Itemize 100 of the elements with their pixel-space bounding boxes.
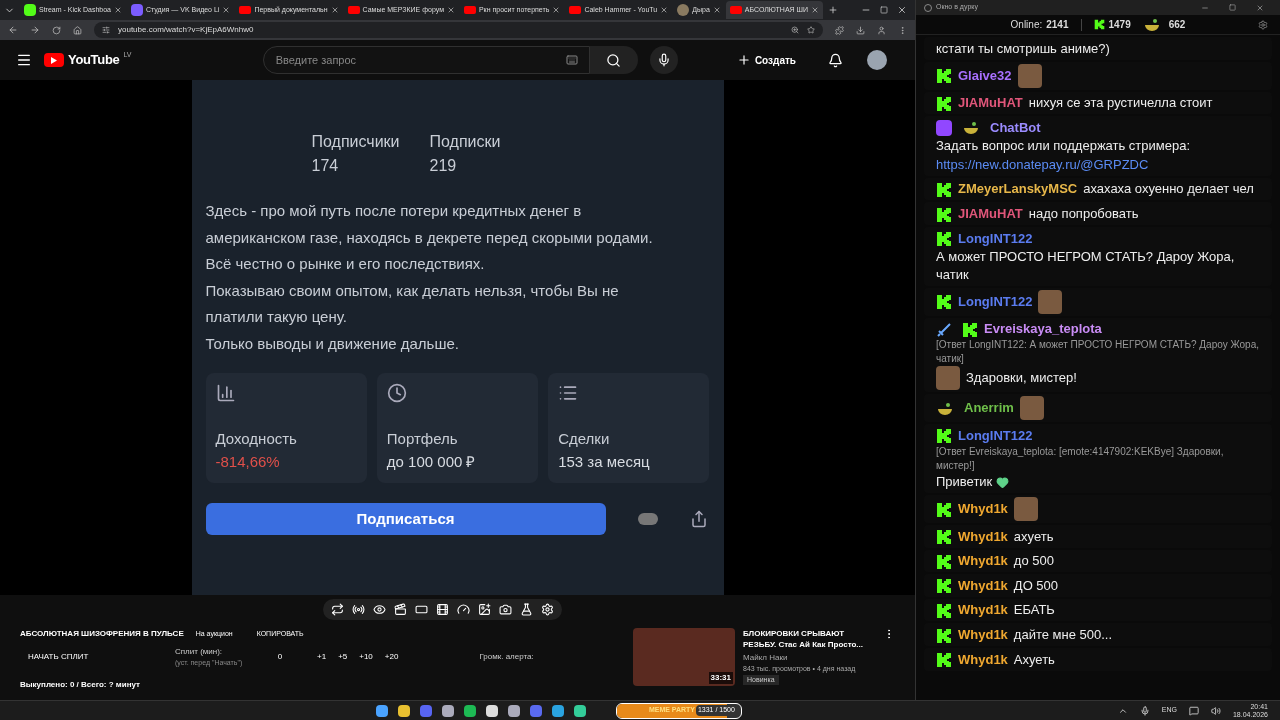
increment-button[interactable]: +5 [332, 651, 354, 664]
message-text: ахуеть [1013, 527, 1054, 546]
close-icon[interactable] [1256, 3, 1264, 12]
create-button[interactable]: Создать [728, 52, 804, 68]
message-text: Здаровки, мистер! [966, 369, 1077, 388]
subscribe-button[interactable]: Подписаться [205, 503, 606, 535]
share-icon[interactable] [689, 510, 708, 528]
taskbar-app-icon[interactable] [463, 704, 476, 717]
close-tab-icon[interactable] [712, 6, 721, 14]
kick-logo-icon [936, 428, 952, 445]
taskbar-app-icon[interactable] [573, 704, 586, 717]
profile-icon[interactable] [877, 25, 886, 35]
address-bar[interactable]: youtube.com/watch?v=KjEpA6Wnhw0 [94, 22, 823, 38]
taskbar-app-icon[interactable] [375, 704, 388, 717]
emote-picture [1019, 396, 1044, 421]
back-icon[interactable] [8, 25, 18, 35]
repeat-icon[interactable] [331, 603, 344, 616]
eye-icon[interactable] [373, 603, 386, 616]
toggle-icon[interactable] [637, 513, 658, 525]
donate-link[interactable]: https://new.donatepay.ru/@GRPZDC [936, 155, 1149, 174]
chat-username: JIAMuHAT [958, 94, 1023, 113]
reply-quote: [Ответ LongINT122: А может ПРОСТО НЕГРОМ СТАТЬ? Дароу Жора, чатик] [936, 338, 1260, 367]
channel-name[interactable]: Майкл Наки [743, 652, 875, 664]
search-button[interactable] [589, 46, 638, 74]
message-text: Ахуеть [1013, 650, 1055, 669]
download-icon[interactable] [856, 25, 865, 35]
taskbar-app-icon[interactable] [551, 704, 564, 717]
increment-button[interactable]: +20 [378, 651, 405, 664]
list-icon [558, 383, 579, 403]
description-text: Показываю своим опытом, как делать нельзя, чтобы Вы не платили такую цену. [205, 280, 620, 327]
menu-icon[interactable] [16, 52, 32, 68]
camera-icon[interactable] [499, 603, 512, 616]
kick-logo-icon [936, 95, 952, 112]
mic-icon[interactable] [1139, 705, 1150, 716]
chat-username: ZMeyerLanskyMSC [958, 180, 1078, 199]
chat-username: Anerrim [964, 399, 1014, 418]
alien-icon [936, 120, 952, 137]
maximize-icon[interactable] [1229, 4, 1236, 11]
kick-logo-icon [936, 603, 952, 619]
bought-summary: Выкуплено: 0 / Всего: ? минут [20, 678, 141, 691]
play-favicon-icon [239, 6, 252, 14]
voice-search-button[interactable] [649, 46, 678, 74]
stat-label: Подписчики [311, 132, 400, 152]
start-split-button[interactable]: НАЧАТЬ СПЛИТ [20, 651, 175, 664]
video-thumbnail[interactable]: 33:31 [633, 628, 735, 686]
video-title[interactable]: БЛОКИРОВКИ СРЫВАЮТ РЕЗЬБУ. Стас Ай Как Просто... [743, 628, 875, 650]
chat-username: LongINT122 [958, 292, 1033, 311]
stream-title: АБСОЛЮТНАЯ ШИЗОФРЕНИЯ В ПУЛЬСЕ [20, 628, 184, 640]
microphone-icon [656, 53, 671, 67]
film-icon[interactable] [436, 603, 449, 616]
kick-logo-icon [936, 294, 952, 311]
home-icon[interactable] [73, 25, 82, 35]
card-value: -814,66% [215, 451, 281, 472]
taskbar-app-icon[interactable] [397, 704, 410, 717]
chat-username: Whyd1k [958, 576, 1008, 595]
chat-username: Evreiskaya_teplota [984, 320, 1102, 339]
frame-icon[interactable] [415, 603, 428, 616]
increment-button[interactable]: +1 [311, 651, 333, 664]
forward-icon[interactable] [30, 25, 40, 35]
maximize-icon[interactable] [880, 6, 888, 14]
volume-icon[interactable] [1210, 705, 1221, 716]
message-text: дайте мне 500... [1013, 626, 1113, 644]
kick-logo-icon [936, 501, 952, 518]
account-avatar[interactable] [867, 50, 887, 70]
close-tab-icon[interactable] [446, 6, 455, 14]
taskbar-app-icon[interactable] [507, 704, 520, 717]
close-tab-icon[interactable] [114, 6, 122, 14]
stat-value: 219 [429, 156, 458, 176]
new-tab-icon[interactable] [828, 5, 838, 15]
close-tab-icon[interactable] [222, 6, 231, 14]
message-text: Задать вопрос или поддержать стримера: [936, 137, 1191, 156]
keyboard-icon[interactable] [565, 54, 578, 66]
gauge-icon[interactable] [457, 603, 470, 616]
reply-quote: [Ответ Evreiskaya_teplota: [emote:4147902:KEKBye] Здаровки, мистер!] [936, 444, 1225, 473]
notification-icon[interactable] [1188, 705, 1199, 716]
extensions-icon[interactable] [835, 25, 844, 35]
play-favicon-icon [729, 6, 742, 14]
flask-icon[interactable] [520, 603, 533, 616]
message-text: до 500 [1013, 552, 1054, 571]
bowl-icon [1142, 17, 1161, 32]
close-icon[interactable] [897, 5, 907, 15]
image-plus-icon[interactable] [478, 603, 491, 616]
bowl-icon [936, 401, 954, 416]
close-tab-icon[interactable] [811, 6, 819, 14]
bookmark-icon[interactable] [807, 26, 815, 34]
close-tab-icon[interactable] [552, 6, 561, 14]
card-value: до 100 000 ₽ [386, 451, 477, 472]
taskbar-app-icon[interactable] [485, 704, 498, 717]
clapperboard-icon[interactable] [394, 603, 407, 616]
close-tab-icon[interactable] [660, 6, 669, 14]
video-duration: 33:31 [708, 672, 733, 684]
zoom-icon[interactable] [791, 26, 799, 34]
stat-value: 174 [311, 156, 340, 176]
notifications-icon[interactable] [828, 52, 843, 68]
search-field[interactable]: Введите запрос [262, 46, 590, 74]
close-tab-icon[interactable] [330, 6, 339, 14]
broadcast-icon[interactable] [352, 603, 365, 616]
reload-icon[interactable] [52, 25, 61, 35]
increment-button[interactable]: +10 [353, 651, 379, 664]
taskbar-app-icon[interactable] [441, 704, 454, 717]
